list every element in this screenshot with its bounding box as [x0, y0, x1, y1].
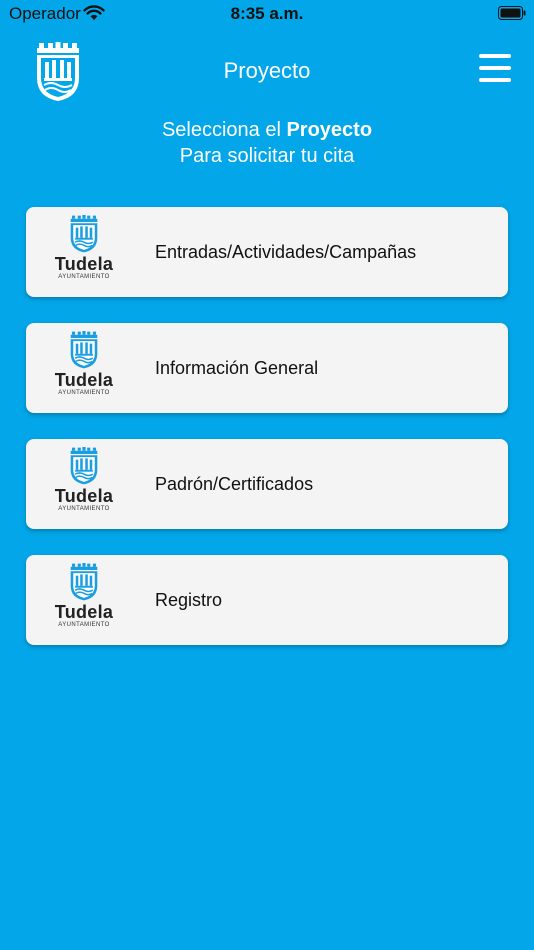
instructions-line1: Selecciona el Proyecto — [0, 117, 534, 143]
project-list: Tudela AYUNTAMIENTO Entradas/Actividades… — [26, 207, 508, 671]
crest-icon — [70, 447, 98, 485]
project-label: Registro — [155, 590, 223, 610]
project-label: Padrón/Certificados — [155, 474, 314, 494]
project-label: Entradas/Actividades/Campañas — [155, 242, 417, 262]
brand-subtitle: AYUNTAMIENTO — [58, 506, 110, 512]
status-bar: Operador 8:35 a.m. — [0, 0, 534, 28]
brand-name: Tudela — [54, 602, 114, 622]
hamburger-menu-icon[interactable] — [475, 54, 515, 88]
page-title: Proyecto — [223, 58, 311, 83]
brand-subtitle: AYUNTAMIENTO — [58, 274, 110, 280]
crest-icon — [70, 215, 98, 253]
tudela-logo: Tudela AYUNTAMIENTO — [46, 563, 122, 639]
tudela-logo: Tudela AYUNTAMIENTO — [46, 215, 122, 291]
project-label: Información General — [155, 358, 319, 378]
instructions: Selecciona el Proyecto Para solicitar tu… — [0, 117, 534, 169]
app-header: Proyecto — [0, 28, 534, 116]
tudela-logo: Tudela AYUNTAMIENTO — [46, 447, 122, 523]
instructions-line2: Para solicitar tu cita — [179, 145, 355, 167]
brand-subtitle: AYUNTAMIENTO — [58, 390, 110, 396]
crest-icon — [70, 563, 98, 601]
battery-icon — [498, 6, 526, 20]
project-card[interactable]: Tudela AYUNTAMIENTO Información General — [26, 323, 508, 413]
brand-name: Tudela — [54, 254, 114, 274]
project-card[interactable]: Tudela AYUNTAMIENTO Registro — [26, 555, 508, 645]
brand-subtitle: AYUNTAMIENTO — [58, 622, 110, 628]
project-card[interactable]: Tudela AYUNTAMIENTO Padrón/Certificados — [26, 439, 508, 529]
crest-icon — [70, 331, 98, 369]
project-card[interactable]: Tudela AYUNTAMIENTO Entradas/Actividades… — [26, 207, 508, 297]
instructions-emphasis: Proyecto — [286, 119, 373, 141]
status-time: 8:35 a.m. — [230, 4, 304, 23]
tudela-logo: Tudela AYUNTAMIENTO — [46, 331, 122, 407]
brand-name: Tudela — [54, 486, 114, 506]
instructions-prefix: Selecciona el — [161, 119, 287, 141]
brand-name: Tudela — [54, 370, 114, 390]
